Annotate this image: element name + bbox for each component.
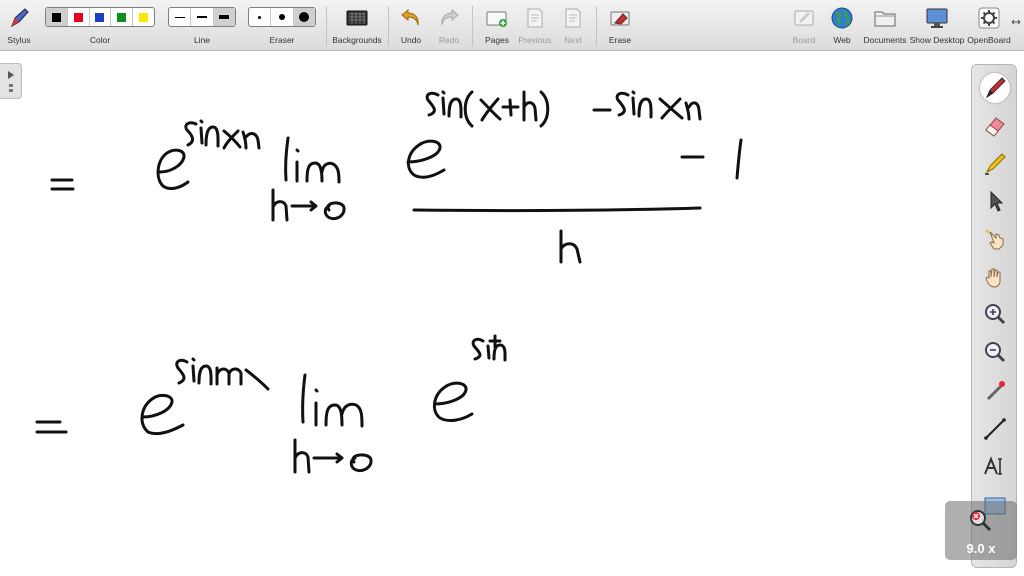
hand-icon	[985, 268, 1001, 288]
monitor-icon	[926, 8, 948, 28]
line-group: Line	[168, 0, 236, 51]
web-button[interactable]: Web	[825, 0, 859, 51]
undo-arrow-icon	[401, 8, 419, 26]
redo-arrow-icon	[441, 8, 459, 26]
pages-label: Pages	[484, 35, 510, 45]
laser-pointer-tool[interactable]	[980, 376, 1010, 406]
next-page-icon	[565, 8, 581, 28]
redo-label: Redo	[438, 35, 460, 45]
erase-icon	[610, 11, 630, 26]
zoom-in-tool[interactable]	[980, 300, 1010, 330]
undo-button[interactable]: Undo	[394, 0, 428, 51]
highlighter-icon	[985, 153, 1006, 175]
toolbar-separator	[472, 6, 473, 46]
color-label: Color	[89, 35, 111, 45]
erase-button[interactable]: Erase	[603, 0, 637, 51]
gear-icon	[978, 7, 1000, 29]
text-icon	[984, 456, 1002, 475]
arrow-cursor-icon	[990, 190, 1004, 212]
backgrounds-button[interactable]: Backgrounds	[330, 0, 384, 51]
openboard-button[interactable]: OpenBoard	[966, 0, 1012, 51]
openboard-label: OpenBoard	[967, 35, 1011, 45]
zoom-out-icon	[985, 342, 1006, 363]
pointing-hand-icon	[985, 229, 1004, 250]
web-label: Web	[833, 35, 851, 45]
hand-tool[interactable]	[980, 262, 1010, 292]
eraser-label: Eraser	[269, 35, 295, 45]
eraser-group: Eraser	[248, 0, 316, 51]
arrows-icon	[1011, 19, 1021, 25]
selector-tool[interactable]	[980, 186, 1010, 216]
line-icon	[984, 418, 1006, 440]
backgrounds-icon	[346, 10, 368, 26]
stylus-label: Stylus	[7, 35, 31, 45]
interact-tool[interactable]	[980, 224, 1010, 254]
left-panel-toggle[interactable]	[0, 63, 22, 99]
board-button[interactable]: Board	[787, 0, 821, 51]
previous-label: Previous	[518, 35, 552, 45]
folder-icon	[874, 11, 896, 27]
erase-label: Erase	[608, 35, 632, 45]
show-desktop-button[interactable]: Show Desktop	[909, 0, 965, 51]
board-icon	[794, 10, 814, 26]
color-group: Color	[45, 0, 155, 51]
eraser-tool[interactable]	[980, 110, 1010, 140]
documents-button[interactable]: Documents	[862, 0, 908, 51]
stylus-icon	[11, 8, 29, 28]
zoom-indicator: 9.0 x	[945, 501, 1017, 560]
drawing-canvas[interactable]	[0, 51, 1024, 576]
handwritten-equation-2	[35, 334, 507, 474]
stylus-button[interactable]: Stylus	[2, 0, 36, 51]
documents-label: Documents	[863, 35, 907, 45]
handwritten-equation-1	[50, 90, 743, 264]
zoom-in-icon	[985, 304, 1006, 325]
top-toolbar: Stylus Color Line Eraser Backgrounds Und…	[0, 0, 1024, 51]
zoom-magnifier-icon	[970, 510, 992, 532]
add-page-icon	[486, 11, 507, 27]
highlighter-tool[interactable]	[980, 148, 1010, 178]
stylus-palette	[971, 64, 1017, 568]
show-desktop-label: Show Desktop	[909, 35, 965, 45]
pen-tool[interactable]	[980, 73, 1010, 103]
zoom-level: 9.0 x	[966, 541, 996, 556]
undo-label: Undo	[400, 35, 422, 45]
board-label: Board	[792, 35, 816, 45]
laser-pointer-icon	[986, 381, 1005, 401]
pen-icon	[985, 77, 1006, 99]
line-tool[interactable]	[980, 414, 1010, 444]
play-arrow-icon	[8, 71, 14, 92]
line-label: Line	[193, 35, 211, 45]
previous-page-button[interactable]: Previous	[516, 0, 554, 51]
toolbar-separator	[326, 6, 327, 46]
previous-page-icon	[527, 8, 543, 28]
zoom-out-tool[interactable]	[980, 338, 1010, 368]
text-tool[interactable]	[980, 452, 1010, 482]
redo-button[interactable]: Redo	[432, 0, 466, 51]
eraser-icon	[985, 117, 1005, 137]
globe-icon	[831, 7, 853, 29]
toolbar-separator	[388, 6, 389, 46]
backgrounds-label: Backgrounds	[332, 35, 382, 45]
next-label: Next	[564, 35, 582, 45]
next-page-button[interactable]: Next	[556, 0, 590, 51]
pages-button[interactable]: Pages	[479, 0, 515, 51]
toolbar-separator	[596, 6, 597, 46]
